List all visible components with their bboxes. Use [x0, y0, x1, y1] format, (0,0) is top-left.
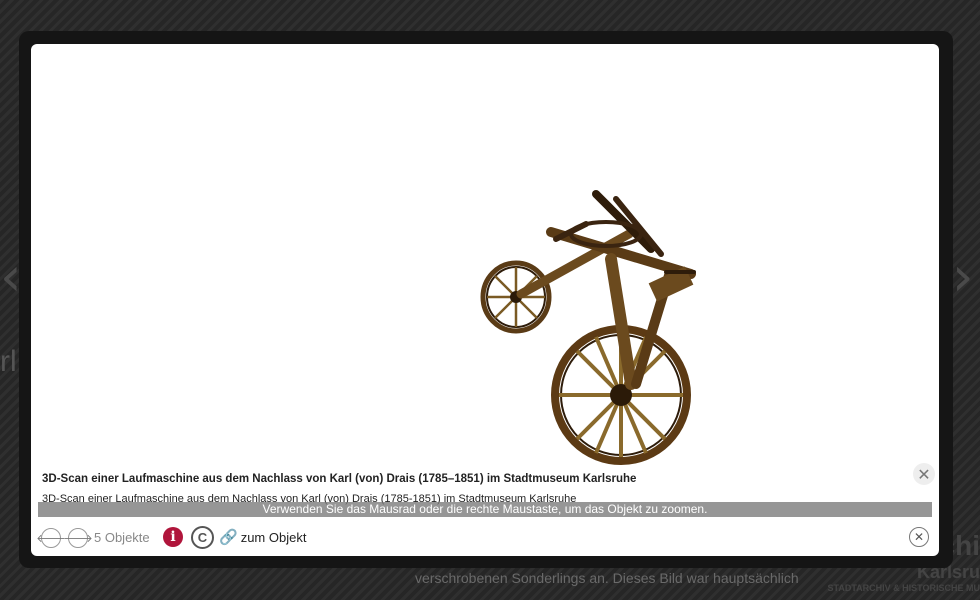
caption-close-button[interactable]: ✕ — [913, 463, 935, 485]
laufmaschine-3d-model[interactable] — [31, 44, 939, 474]
object-link-label: zum Objekt — [240, 529, 307, 545]
front-wheel — [480, 260, 552, 334]
logo-line-3: STADTARCHIV & HISTORISCHE MU — [827, 583, 980, 593]
zoom-hint-bar: Verwenden Sie das Mausrad oder die recht… — [38, 502, 932, 517]
lightbox-footer: 🡐 🡒 5 Objekte i C 🔗 zum Objekt ✕ — [31, 524, 939, 550]
next-button[interactable]: 🡒 — [63, 528, 93, 548]
prev-button[interactable]: 🡐 — [36, 528, 66, 548]
lightbox-modal: ✕ 3D-Scan einer Laufmaschine aus dem Nac… — [31, 44, 939, 556]
close-icon: ✕ — [913, 530, 925, 544]
3d-viewer[interactable] — [31, 44, 939, 474]
arrow-left-icon: 🡐 — [36, 532, 66, 545]
object-count: 5 Objekte — [94, 530, 150, 545]
background-arrow-right: › — [952, 245, 974, 308]
link-icon: 🔗 — [219, 528, 238, 546]
info-icon[interactable]: i — [163, 527, 183, 547]
background-bottom-text: verschrobenen Sonderlings an. Dieses Bil… — [415, 570, 799, 586]
object-link[interactable]: 🔗 zum Objekt — [219, 528, 306, 546]
caption-title: 3D-Scan einer Laufmaschine aus dem Nachl… — [42, 473, 637, 485]
arrow-right-icon: 🡒 — [63, 532, 93, 545]
background-text-fragment: rl — [0, 345, 17, 378]
close-button[interactable]: ✕ — [909, 527, 929, 547]
copyright-icon[interactable]: C — [191, 526, 214, 549]
